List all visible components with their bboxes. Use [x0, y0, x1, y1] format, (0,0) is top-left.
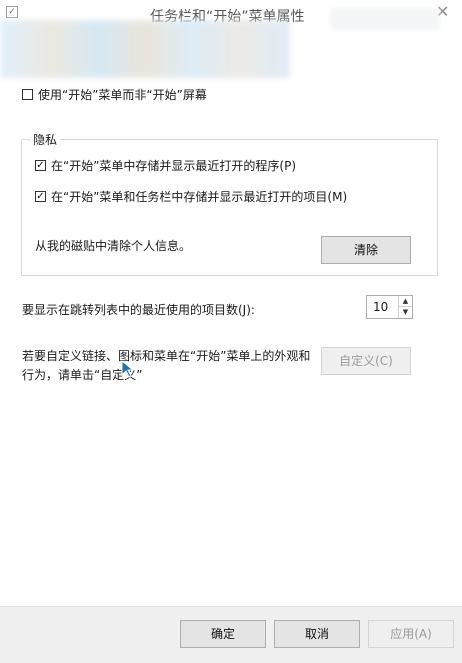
clear-personal-info-text: 从我的磁贴中清除个人信息。 — [35, 239, 192, 253]
jump-list-count-spinner[interactable]: 10 ▲ ▼ — [366, 295, 413, 319]
customize-text-line1: 若要自定义链接、图标和菜单在“开始”菜单上的外观和 — [22, 349, 311, 363]
store-recent-items-checkbox[interactable]: ✓ — [35, 191, 46, 202]
clear-button[interactable]: 清除 — [321, 236, 411, 264]
store-recent-programs-label: 在“开始”菜单中存储并显示最近打开的程序(P) — [51, 159, 297, 173]
use-start-menu-checkbox[interactable] — [22, 89, 33, 100]
app-icon: ✓ — [6, 6, 18, 18]
jump-list-count-label: 要显示在跳转列表中的最近使用的项目数(J): — [22, 303, 255, 317]
use-start-menu-label: 使用“开始”菜单而非“开始”屏幕 — [38, 88, 207, 102]
cancel-button[interactable]: 取消 — [274, 620, 360, 648]
blurred-tab-region — [0, 20, 290, 78]
apply-button[interactable]: 应用(A) — [368, 620, 454, 648]
pointer-cursor-icon — [121, 360, 135, 378]
spinner-arrows: ▲ ▼ — [398, 296, 412, 318]
store-recent-programs-checkbox[interactable]: ✓ — [35, 160, 46, 171]
spinner-down-icon[interactable]: ▼ — [399, 307, 412, 318]
spinner-up-icon[interactable]: ▲ — [399, 296, 412, 307]
customize-button[interactable]: 自定义(C) — [321, 347, 411, 375]
jump-list-count-value[interactable]: 10 — [373, 300, 388, 314]
blurred-title-region — [330, 8, 440, 30]
store-recent-items-label: 在“开始”菜单和任务栏中存储并显示最近打开的项目(M) — [51, 190, 348, 204]
ok-button[interactable]: 确定 — [180, 620, 266, 648]
privacy-group-title: 隐私 — [30, 131, 61, 148]
